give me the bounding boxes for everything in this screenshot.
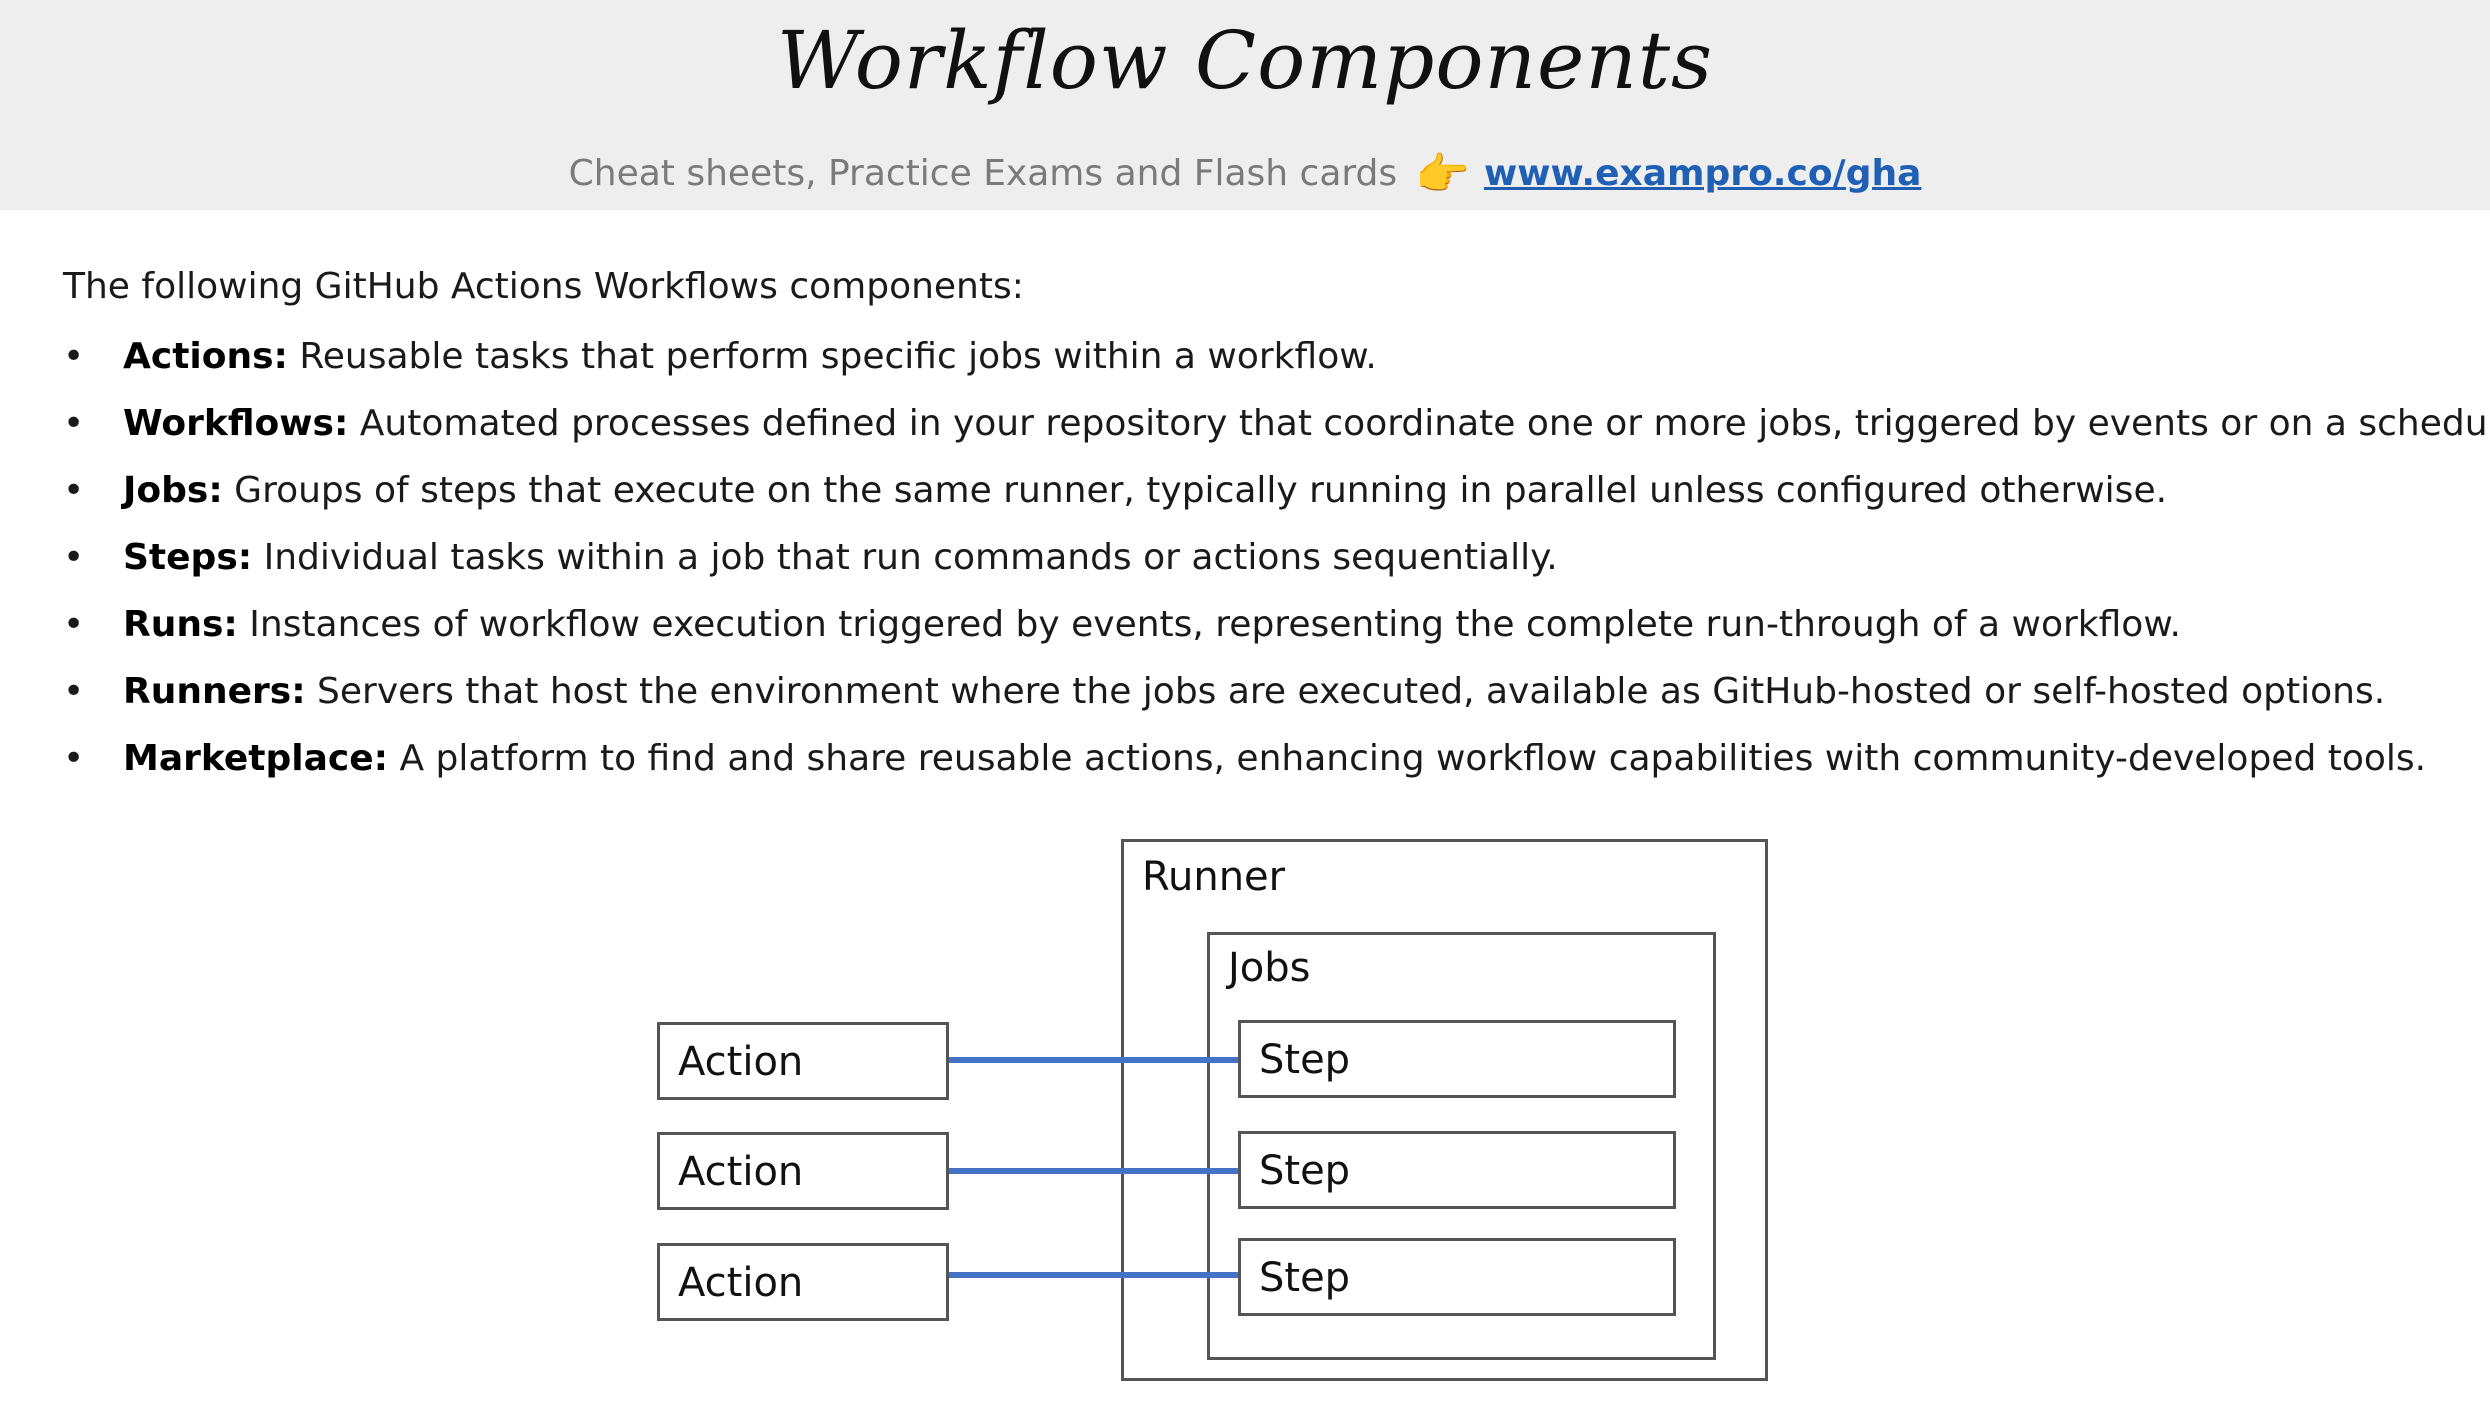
step-box: Step bbox=[1238, 1131, 1676, 1209]
action-step-connector bbox=[949, 1057, 1238, 1063]
item-term: Marketplace: bbox=[123, 738, 389, 779]
item-text: Groups of steps that execute on the same… bbox=[222, 470, 2168, 511]
subtitle-text: Cheat sheets, Practice Exams and Flash c… bbox=[568, 153, 1398, 194]
item-term: Runners: bbox=[123, 671, 306, 712]
step-box: Step bbox=[1238, 1020, 1676, 1098]
component-list: • Actions: Reusable tasks that perform sp… bbox=[63, 334, 2490, 803]
action-label: Action bbox=[678, 1039, 804, 1085]
action-box: Action bbox=[657, 1132, 949, 1210]
step-box: Step bbox=[1238, 1238, 1676, 1316]
item-term: Jobs: bbox=[123, 470, 223, 511]
bullet-icon: • bbox=[63, 336, 85, 377]
bullet-icon: • bbox=[63, 403, 85, 444]
subtitle-row: Cheat sheets, Practice Exams and Flash c… bbox=[0, 148, 2490, 200]
step-label: Step bbox=[1259, 1255, 1351, 1301]
action-box: Action bbox=[657, 1243, 949, 1321]
exampro-link[interactable]: www.exampro.co/gha bbox=[1484, 153, 1921, 194]
action-box: Action bbox=[657, 1022, 949, 1100]
bullet-icon: • bbox=[63, 537, 85, 578]
item-text: Instances of workflow execution triggere… bbox=[237, 604, 2181, 645]
list-item-workflows: • Workflows: Automated processes defined … bbox=[63, 401, 2490, 468]
step-label: Step bbox=[1259, 1037, 1351, 1083]
item-text: Automated processes defined in your repo… bbox=[348, 403, 2490, 444]
step-label: Step bbox=[1259, 1148, 1351, 1194]
runner-label: Runner bbox=[1142, 854, 1286, 900]
item-term: Steps: bbox=[123, 537, 253, 578]
page-title: Workflow Components bbox=[776, 14, 1714, 107]
bullet-icon: • bbox=[63, 671, 85, 712]
bullet-icon: • bbox=[63, 738, 85, 779]
item-text: Individual tasks within a job that run c… bbox=[252, 537, 1558, 578]
list-item-steps: • Steps: Individual tasks within a job th… bbox=[63, 535, 2490, 602]
item-text: Reusable tasks that perform specific job… bbox=[287, 336, 1377, 377]
jobs-label: Jobs bbox=[1228, 945, 1311, 991]
list-item-jobs: • Jobs: Groups of steps that execute on t… bbox=[63, 468, 2490, 535]
item-text: Servers that host the environment where … bbox=[305, 671, 2386, 712]
item-term: Workflows: bbox=[123, 403, 349, 444]
intro-text: The following GitHub Actions Workflows c… bbox=[63, 266, 1024, 307]
list-item-marketplace: • Marketplace: A platform to find and sha… bbox=[63, 736, 2490, 803]
bullet-icon: • bbox=[63, 470, 85, 511]
action-label: Action bbox=[678, 1260, 804, 1306]
item-term: Actions: bbox=[123, 336, 288, 377]
bullet-icon: • bbox=[63, 604, 85, 645]
pointing-hand-icon: 👉 bbox=[1415, 149, 1470, 200]
item-text: A platform to find and share reusable ac… bbox=[388, 738, 2427, 779]
list-item-runners: • Runners: Servers that host the environm… bbox=[63, 669, 2490, 736]
action-label: Action bbox=[678, 1149, 804, 1195]
action-step-connector bbox=[949, 1168, 1238, 1174]
action-step-connector bbox=[949, 1272, 1238, 1278]
list-item-runs: • Runs: Instances of workflow execution t… bbox=[63, 602, 2490, 669]
item-term: Runs: bbox=[123, 604, 238, 645]
list-item-actions: • Actions: Reusable tasks that perform sp… bbox=[63, 334, 2490, 401]
